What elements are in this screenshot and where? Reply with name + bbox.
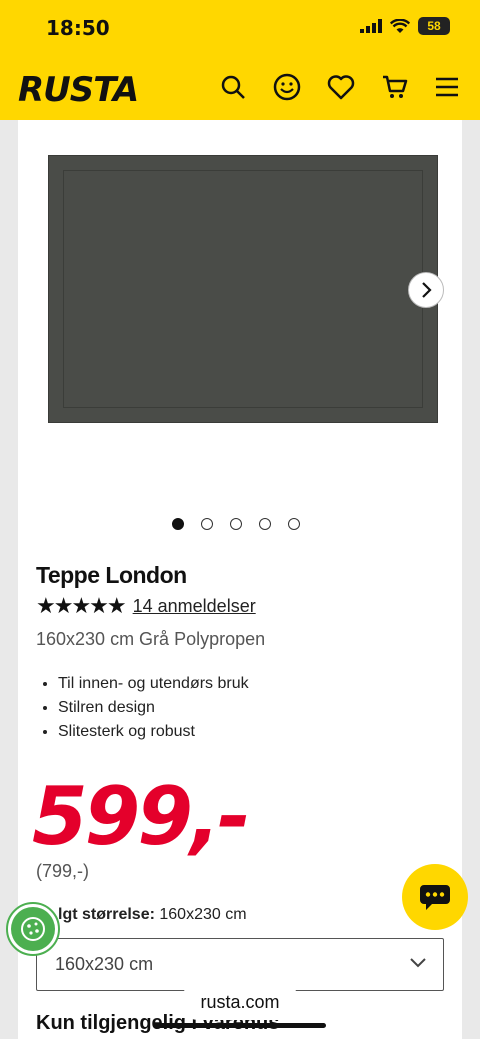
feature-item: Stilren design [58,696,249,720]
rating-stars: ★★★★★ [36,594,127,619]
account-icon[interactable] [272,72,302,102]
status-icons: 58 [360,17,450,35]
site-header: RUSTA [0,60,480,120]
product-title: Teppe London [36,562,187,588]
battery-icon: 58 [418,17,450,35]
reviews-link[interactable]: 14 anmeldelser [133,596,256,617]
wifi-icon [390,18,410,33]
rusta-logo[interactable]: RUSTA [18,70,139,110]
heart-icon[interactable] [326,72,356,102]
gallery-dot[interactable] [288,518,300,530]
signal-icon [360,19,382,33]
chevron-down-icon [410,958,426,968]
search-icon[interactable] [218,72,248,102]
status-bar: 18:50 58 [0,0,480,60]
home-indicator[interactable] [154,1023,326,1028]
gallery-dot[interactable] [259,518,271,530]
chat-icon [420,885,450,910]
gallery-dot[interactable] [172,518,184,530]
feature-item: Slitesterk og robust [58,720,249,744]
feature-list: Til innen- og utendørs bruk Stilren desi… [58,672,249,744]
menu-icon[interactable] [432,72,462,102]
old-price: (799,-) [36,861,90,881]
size-select-value: 160x230 cm [55,954,154,974]
cookie-settings-button[interactable] [6,902,60,956]
chat-button[interactable] [402,864,468,930]
size-label: lgt størrelse: 160x230 cm [58,906,247,924]
product-rating: ★★★★★ 14 anmeldelser [36,594,256,619]
price: 599,- [32,770,251,863]
chevron-right-icon [422,282,432,298]
cookie-icon [21,917,45,941]
cart-icon[interactable] [380,72,410,102]
browser-url[interactable]: rusta.com [180,984,300,1020]
gallery-dots [172,518,300,530]
gallery-dot[interactable] [201,518,213,530]
product-subtitle: 160x230 cm Grå Polypropen [36,629,266,649]
gallery-dot[interactable] [230,518,242,530]
feature-item: Til innen- og utendørs bruk [58,672,249,696]
next-image-button[interactable] [408,272,444,308]
size-label-prefix: lgt størrelse: [58,906,155,923]
status-time: 18:50 [46,16,110,40]
size-label-value: 160x230 cm [159,906,247,923]
product-image[interactable] [48,155,438,423]
